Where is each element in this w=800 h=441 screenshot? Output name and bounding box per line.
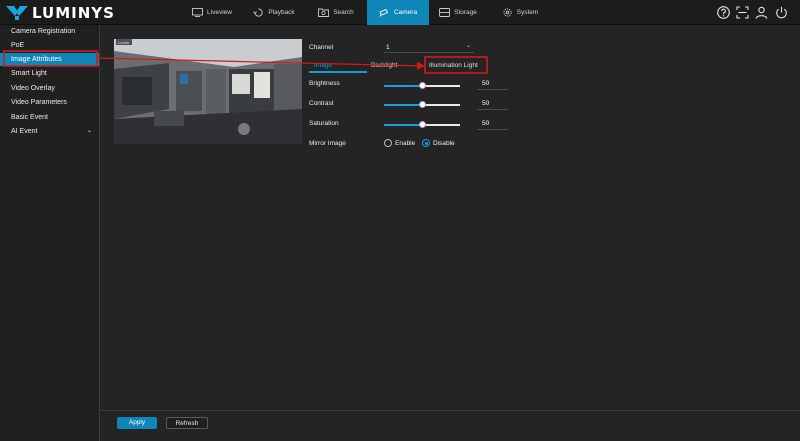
- sidebar-item-basic-event[interactable]: Basic Event: [0, 111, 99, 124]
- brightness-label: Brightness: [309, 80, 340, 87]
- slider-fill: [384, 124, 422, 126]
- saturation-label: Saturation: [309, 120, 339, 127]
- slider-thumb[interactable]: [418, 82, 426, 89]
- sidebar-item-video-overlay[interactable]: Video Overlay: [0, 82, 99, 95]
- logo-mark-icon: [6, 5, 28, 20]
- saturation-value[interactable]: 50: [477, 120, 508, 130]
- nav-playback-label: Playback: [268, 9, 295, 16]
- nav-storage[interactable]: Storage: [428, 0, 488, 25]
- top-bar: LUMINYS Liveview Playback Search Camera …: [0, 0, 800, 25]
- tab-backlight-label: Backlight: [371, 62, 398, 69]
- sidebar-item-image-attributes[interactable]: Image Attributes: [0, 53, 99, 66]
- mirror-image-label: Mirror Image: [309, 140, 346, 147]
- mirror-disable-label: Disable: [433, 140, 455, 147]
- gear-icon: [503, 8, 512, 17]
- contrast-label: Contrast: [309, 100, 334, 107]
- camera-icon: [379, 8, 389, 17]
- nav-liveview[interactable]: Liveview: [182, 0, 242, 25]
- refresh-button[interactable]: Refresh: [166, 417, 208, 429]
- slider-fill: [384, 104, 422, 106]
- sidebar-item-label: Video Overlay: [11, 85, 55, 92]
- sidebar-item-label: Image Attributes: [11, 56, 62, 63]
- sidebar-item-smart-light[interactable]: Smart Light: [0, 67, 99, 80]
- channel-select[interactable]: 1 ⌄: [384, 42, 474, 53]
- tab-backlight[interactable]: Backlight: [371, 58, 421, 73]
- tab-illumination-light-label: Illumination Light: [429, 62, 478, 69]
- brightness-value[interactable]: 50: [477, 80, 508, 90]
- contrast-slider[interactable]: [384, 101, 460, 109]
- camera-preview: Lumin: [114, 39, 302, 144]
- storage-icon: [439, 8, 451, 17]
- tab-image[interactable]: Image: [309, 58, 367, 73]
- nav-system[interactable]: System: [490, 0, 550, 25]
- mirror-disable-radio[interactable]: [422, 139, 430, 147]
- playback-icon: [253, 8, 263, 17]
- nav-camera-label: Camera: [393, 9, 418, 16]
- nav-playback[interactable]: Playback: [244, 0, 304, 25]
- user-icon[interactable]: [755, 6, 768, 19]
- slider-thumb[interactable]: [418, 121, 426, 128]
- preview-overlay-text: Lumin: [118, 40, 129, 45]
- nav-search[interactable]: Search: [306, 0, 366, 25]
- sidebar-item-label: Camera Registration: [11, 28, 76, 35]
- power-icon[interactable]: [775, 6, 788, 19]
- apply-button[interactable]: Apply: [117, 417, 157, 429]
- search-folder-icon: [318, 8, 330, 17]
- slider-fill: [384, 85, 422, 87]
- preview-image: Lumin: [114, 39, 302, 144]
- sidebar-item-ai-event[interactable]: AI Event ⌄: [0, 125, 99, 138]
- monitor-icon: [192, 8, 203, 17]
- channel-label: Channel: [309, 44, 334, 51]
- brightness-slider[interactable]: [384, 82, 460, 90]
- mirror-enable-radio[interactable]: [384, 139, 392, 147]
- sidebar: Camera Registration PoE Image Attributes…: [0, 25, 100, 441]
- chevron-down-icon: ⌄: [465, 43, 471, 49]
- nav-storage-label: Storage: [454, 9, 477, 16]
- logo-text: LUMINYS: [32, 3, 115, 22]
- slider-thumb[interactable]: [418, 101, 426, 108]
- nav-camera[interactable]: Camera: [367, 0, 429, 25]
- footer-divider: [100, 410, 800, 411]
- sidebar-item-label: AI Event: [11, 128, 38, 135]
- saturation-slider[interactable]: [384, 121, 460, 129]
- sidebar-item-label: Smart Light: [11, 70, 47, 77]
- mirror-enable-label: Enable: [395, 140, 416, 147]
- scan-icon[interactable]: [736, 6, 749, 19]
- channel-value: 1: [386, 44, 390, 51]
- help-icon[interactable]: [717, 6, 730, 19]
- tab-illumination-light[interactable]: Illumination Light: [429, 58, 485, 73]
- chevron-down-icon: ⌄: [86, 128, 92, 134]
- nav-liveview-label: Liveview: [207, 9, 232, 16]
- tab-image-label: Image: [314, 62, 333, 69]
- sidebar-item-label: Basic Event: [11, 114, 48, 121]
- contrast-value[interactable]: 50: [477, 100, 508, 110]
- nav-search-label: Search: [333, 9, 354, 16]
- sidebar-item-label: PoE: [11, 42, 25, 49]
- sidebar-item-video-parameters[interactable]: Video Parameters: [0, 96, 99, 109]
- sidebar-item-label: Video Parameters: [11, 99, 67, 106]
- sidebar-item-poe[interactable]: PoE: [0, 39, 99, 52]
- sidebar-item-camera-registration[interactable]: Camera Registration: [0, 25, 99, 38]
- nav-system-label: System: [516, 9, 539, 16]
- logo: LUMINYS: [5, 3, 115, 22]
